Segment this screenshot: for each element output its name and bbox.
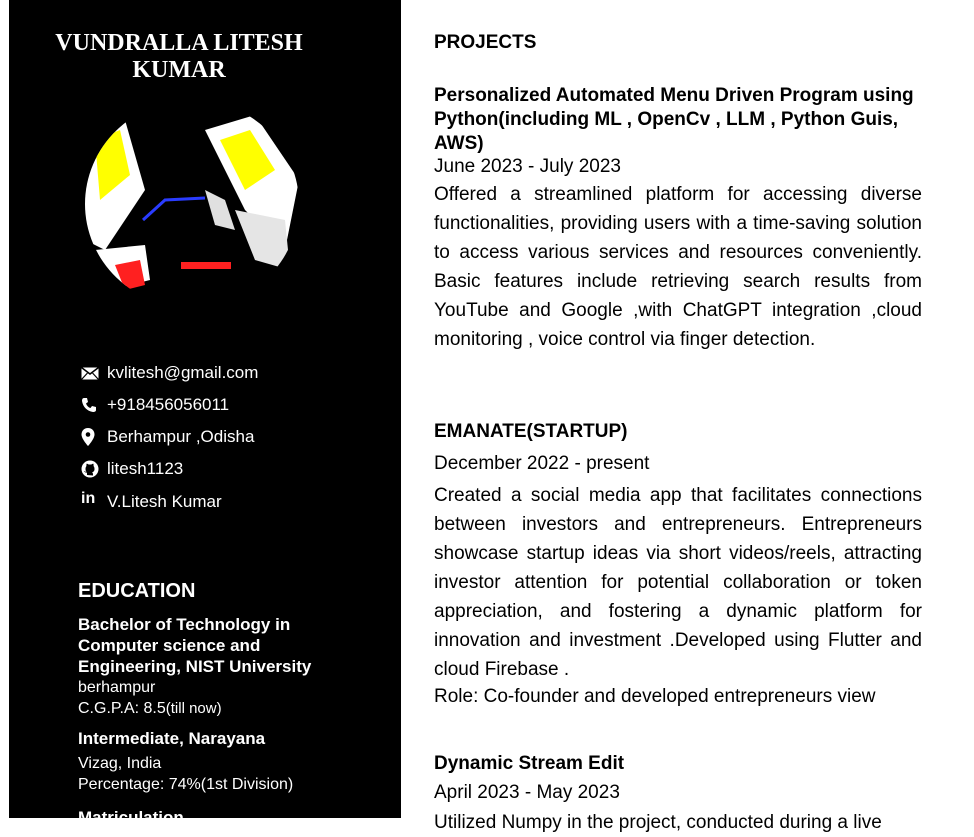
project-description: Utilized Numpy in the project, conducted… bbox=[434, 812, 882, 833]
education-degree: Intermediate, Narayana bbox=[78, 729, 266, 748]
email-text: kvlitesh@gmail.com bbox=[107, 363, 259, 382]
project-title: EMANATE(STARTUP) bbox=[434, 421, 628, 442]
location-contact: Berhampur ,Odisha bbox=[81, 427, 254, 447]
project-description: Offered a streamlined platform for acces… bbox=[434, 184, 922, 350]
project-title: Personalized Automated Menu Driven Progr… bbox=[434, 85, 914, 154]
project-dates: December 2022 - present bbox=[434, 453, 650, 474]
education-place: Vizag, India bbox=[78, 755, 162, 772]
education-heading: EDUCATION bbox=[78, 580, 196, 602]
project-dates: June 2023 - July 2023 bbox=[434, 156, 621, 177]
github-contact[interactable]: litesh1123 bbox=[81, 459, 183, 479]
phone-text: +918456056011 bbox=[107, 395, 230, 414]
linkedin-text: V.Litesh Kumar bbox=[107, 492, 222, 511]
project-dates: April 2023 - May 2023 bbox=[434, 782, 620, 803]
education-place: berhampur bbox=[78, 679, 156, 696]
education-degree: Bachelor of Technology in Computer scien… bbox=[78, 615, 312, 676]
project-role: Role: Co-founder and developed entrepren… bbox=[434, 686, 876, 707]
location-text: Berhampur ,Odisha bbox=[107, 427, 255, 446]
location-pin-icon bbox=[81, 428, 105, 446]
github-text: litesh1123 bbox=[107, 459, 184, 478]
candidate-name: VUNDRALLA LITESH KUMAR bbox=[55, 30, 303, 83]
profile-photo bbox=[85, 100, 299, 308]
github-icon bbox=[81, 460, 105, 478]
education-item-intermediate: Intermediate, Narayana Vizag, India Perc… bbox=[78, 728, 378, 795]
projects-heading: PROJECTS bbox=[434, 32, 537, 53]
email-icon bbox=[81, 366, 105, 380]
education-score: Percentage: 74%(1st Division) bbox=[78, 776, 294, 793]
project-description: Created a social media app that facilita… bbox=[434, 485, 922, 680]
education-score: C.G.P.A: 8.5(till now) bbox=[78, 700, 222, 717]
linkedin-contact[interactable]: in V.Litesh Kumar bbox=[81, 490, 222, 512]
project-title: Dynamic Stream Edit bbox=[434, 753, 625, 774]
sidebar: VUNDRALLA LITESH KUMAR kvlitesh@gmail.co… bbox=[9, 0, 401, 827]
linkedin-icon: in bbox=[81, 490, 96, 507]
education-item-btech: Bachelor of Technology in Computer scien… bbox=[78, 614, 328, 719]
phone-icon bbox=[81, 397, 105, 413]
phone-contact[interactable]: +918456056011 bbox=[81, 395, 229, 415]
email-contact[interactable]: kvlitesh@gmail.com bbox=[81, 363, 258, 383]
